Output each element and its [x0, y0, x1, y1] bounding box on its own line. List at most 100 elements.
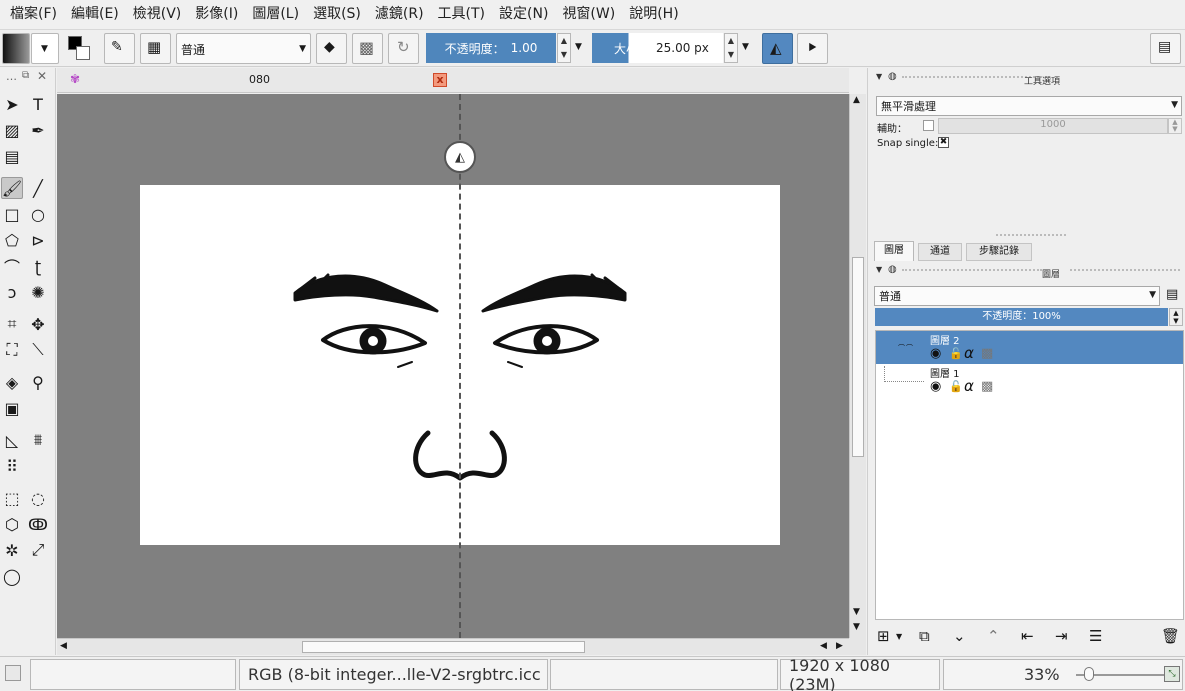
- lock-icon[interactable]: 🔓: [949, 347, 963, 360]
- chevron-down-icon[interactable]: ▼: [742, 42, 749, 52]
- preserve-alpha-toggle[interactable]: ▩: [352, 33, 383, 64]
- eraser-toggle[interactable]: ◆: [316, 33, 347, 64]
- lock-icon[interactable]: 🔓: [949, 380, 963, 393]
- indent-left-icon[interactable]: ⇤: [1021, 627, 1034, 645]
- layer-opacity-slider[interactable]: 不透明度：100%: [875, 308, 1168, 326]
- menu-view[interactable]: 檢視(V): [126, 0, 189, 29]
- menu-image[interactable]: 影像(I): [188, 0, 245, 29]
- scroll-up-icon[interactable]: ▲: [853, 95, 860, 105]
- move-tool[interactable]: ✥: [27, 313, 49, 335]
- assist-checkbox[interactable]: [923, 120, 934, 131]
- size-slider[interactable]: 大小： 25.00 px: [592, 33, 723, 63]
- inherit-alpha-icon[interactable]: ▩: [981, 379, 993, 394]
- rectangle-tool[interactable]: □: [1, 203, 23, 225]
- snap-single-checkbox[interactable]: ✖: [938, 137, 949, 148]
- polygonal-selection-tool[interactable]: ⬡: [1, 513, 23, 535]
- measure-transform-tool[interactable]: ⟍: [27, 339, 49, 361]
- scroll-down-icon[interactable]: ▼: [853, 622, 860, 632]
- brush-preview-icon[interactable]: [5, 665, 21, 681]
- fill-tool[interactable]: ◈: [1, 371, 23, 393]
- inherit-alpha-icon[interactable]: ▩: [981, 346, 993, 361]
- smoothing-select[interactable]: 無平滑處理 ▼: [876, 96, 1182, 116]
- tab-history[interactable]: 步驟記錄: [966, 243, 1032, 261]
- ellipse-tool[interactable]: ○: [27, 203, 49, 225]
- layer-row-1[interactable]: 圖層 1 ◉ 🔓 α ▩: [876, 364, 1183, 397]
- collapse-icon[interactable]: ▼: [876, 265, 882, 274]
- menu-select[interactable]: 選取(S): [306, 0, 368, 29]
- color-picker-tool[interactable]: ⚲: [27, 371, 49, 393]
- menu-help[interactable]: 說明(H): [622, 0, 685, 29]
- menu-window[interactable]: 視窗(W): [555, 0, 622, 29]
- polyline-tool[interactable]: ⊳: [27, 229, 49, 251]
- delete-layer-icon[interactable]: 🗑: [1161, 627, 1180, 645]
- mirror-horizontal-toggle[interactable]: ◭: [762, 33, 793, 64]
- visibility-eye-icon[interactable]: ◉: [930, 379, 941, 394]
- dock-handle-icon[interactable]: …: [6, 70, 17, 83]
- chevron-down-icon[interactable]: ▼: [575, 42, 582, 52]
- mirror-axis-handle[interactable]: ◭: [444, 141, 476, 173]
- move-up-icon[interactable]: ⌃: [987, 627, 1000, 645]
- background-color[interactable]: [76, 46, 90, 60]
- menu-tools[interactable]: 工具(T): [431, 0, 492, 29]
- size-spinner[interactable]: ▲ ▼: [724, 33, 738, 63]
- line-tool[interactable]: ╱: [27, 177, 49, 199]
- menu-file[interactable]: 檔案(F): [3, 0, 64, 29]
- horizontal-scrollbar[interactable]: ◀ ◀ ▶: [57, 638, 849, 655]
- scroll-left-icon[interactable]: ◀: [60, 641, 67, 651]
- perspective-grid-tool[interactable]: ⩩: [27, 429, 49, 451]
- layer-blend-mode-select[interactable]: 普通 ▼: [874, 286, 1160, 306]
- magic-wand-tool[interactable]: ✲: [1, 539, 23, 561]
- gradient-selector[interactable]: [2, 33, 30, 64]
- assist-spinner[interactable]: ▲ ▼: [1168, 118, 1182, 134]
- freehand-path-tool[interactable]: ʈ: [27, 255, 49, 277]
- chevron-down-icon[interactable]: ▼: [896, 632, 902, 641]
- layer-options-icon[interactable]: ▤: [1166, 287, 1178, 302]
- scroll-right-icon[interactable]: ▶: [836, 641, 843, 651]
- brush-preset-button[interactable]: ✎: [104, 33, 135, 64]
- zoom-value[interactable]: 33%: [1024, 665, 1060, 684]
- blend-mode-select[interactable]: 普通 ▼: [176, 33, 311, 64]
- opacity-slider[interactable]: 不透明度： 1.00: [426, 33, 556, 63]
- alpha-lock-icon[interactable]: α: [964, 344, 974, 362]
- brush-settings-button[interactable]: ▦: [140, 33, 171, 64]
- layer-name[interactable]: 圖層 1: [930, 365, 960, 380]
- reference-images-tool[interactable]: ▤: [1, 145, 23, 167]
- canvas-viewport[interactable]: ◭: [57, 94, 849, 638]
- crop-tool[interactable]: ⌗: [1, 313, 23, 335]
- color-swatch[interactable]: [66, 34, 96, 64]
- pattern-selector[interactable]: ▼: [31, 33, 59, 64]
- freehand-brush-tool[interactable]: 🖌: [1, 177, 23, 199]
- mirror-vertical-toggle[interactable]: ⯈: [797, 33, 828, 64]
- workspace-menu-button[interactable]: ▤: [1150, 33, 1181, 64]
- document-tab-title[interactable]: 080: [249, 73, 270, 86]
- close-tab-button[interactable]: x: [433, 73, 447, 87]
- text-tool[interactable]: T: [27, 93, 49, 115]
- add-layer-icon[interactable]: ⊞: [877, 627, 890, 645]
- lock-icon[interactable]: ◍: [888, 264, 897, 275]
- assistant-tool[interactable]: ◺: [1, 429, 23, 451]
- splitter-grip[interactable]: [996, 234, 1066, 236]
- freehand-selection-tool[interactable]: ↂ: [27, 513, 49, 535]
- select-shapes-tool[interactable]: ➤: [1, 93, 23, 115]
- scroll-left-icon[interactable]: ◀: [820, 641, 827, 651]
- calligraphy-tool[interactable]: ✒: [27, 119, 49, 141]
- zoom-slider-handle[interactable]: [1084, 667, 1094, 681]
- alpha-lock-icon[interactable]: α: [964, 377, 974, 395]
- dynamic-brush-tool[interactable]: ↄ: [1, 281, 23, 303]
- horizontal-scroll-thumb[interactable]: [302, 641, 585, 653]
- tab-channels[interactable]: 通道: [918, 243, 962, 261]
- visibility-eye-icon[interactable]: ◉: [930, 346, 941, 361]
- fit-view-icon[interactable]: ⤡: [1164, 666, 1180, 682]
- multibrush-tool[interactable]: ✺: [27, 281, 49, 303]
- move-down-icon[interactable]: ⌄: [953, 627, 966, 645]
- duplicate-layer-icon[interactable]: ⧉: [919, 627, 930, 645]
- grid-tool[interactable]: ⠿: [1, 455, 23, 477]
- elliptical-selection-tool[interactable]: ◌: [27, 487, 49, 509]
- bezier-curve-tool[interactable]: ⌒: [1, 255, 23, 277]
- opacity-spinner[interactable]: ▲ ▼: [557, 33, 571, 63]
- tab-layers[interactable]: 圖層: [874, 241, 914, 261]
- menu-settings[interactable]: 設定(N): [492, 0, 555, 29]
- rectangular-selection-tool[interactable]: ⬚: [1, 487, 23, 509]
- collapse-icon[interactable]: ▼: [876, 72, 882, 81]
- float-icon[interactable]: ⧉: [22, 70, 29, 81]
